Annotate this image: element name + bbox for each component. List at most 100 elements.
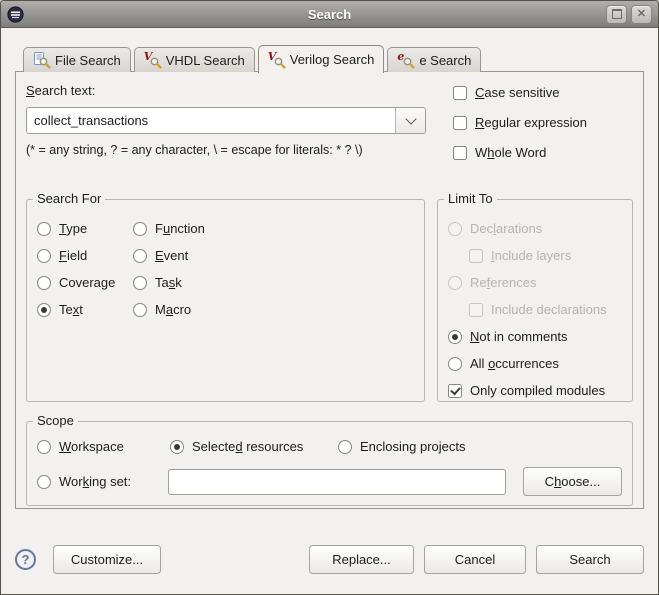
search-text-input[interactable] bbox=[27, 108, 395, 133]
item-label: Working set: bbox=[59, 474, 132, 489]
group-title: Scope bbox=[33, 413, 78, 428]
item-label: Regular expression bbox=[475, 115, 588, 130]
limit-to-group: Limit To Declarations Include layers Ref… bbox=[437, 191, 633, 402]
checkbox-case-sensitive[interactable]: Case sensitive bbox=[453, 84, 587, 101]
checkbox-include-layers: Include layers bbox=[469, 247, 622, 264]
item-label: Coverage bbox=[59, 275, 116, 290]
verilog-search-icon: V bbox=[268, 50, 286, 69]
search-text-combo bbox=[26, 107, 426, 134]
search-for-group: Search For Type Function Field Event Cov… bbox=[26, 191, 425, 402]
button-bar: ? Customize... Replace... Cancel Search bbox=[15, 545, 644, 574]
radio-icon bbox=[448, 221, 462, 236]
checkbox-icon bbox=[469, 302, 483, 317]
checkbox-include-declarations: Include declarations bbox=[469, 301, 622, 318]
item-label: Whole Word bbox=[475, 145, 547, 160]
checkbox-only-compiled-modules[interactable]: Only compiled modules bbox=[448, 382, 622, 399]
tab-label: File Search bbox=[55, 52, 121, 68]
item-label: Enclosing projects bbox=[360, 439, 466, 454]
group-title: Search For bbox=[33, 191, 106, 206]
search-options: Case sensitive Regular expression Whole … bbox=[453, 82, 587, 174]
customize-button[interactable]: Customize... bbox=[53, 545, 161, 574]
item-label: Function bbox=[155, 221, 205, 236]
radio-icon bbox=[448, 329, 462, 344]
vhdl-search-icon: V bbox=[144, 50, 162, 69]
checkbox-regular-expression[interactable]: Regular expression bbox=[453, 114, 587, 131]
radio-working-set[interactable]: Working set: bbox=[37, 473, 168, 490]
radio-icon bbox=[448, 356, 462, 371]
item-label: Field bbox=[59, 248, 88, 263]
radio-function[interactable]: Function bbox=[133, 220, 414, 237]
item-label: Only compiled modules bbox=[470, 383, 606, 398]
radio-declarations: Declarations bbox=[448, 220, 622, 237]
verilog-search-panel: Search text: (* = any string, ? = any ch… bbox=[15, 71, 644, 509]
cancel-button[interactable]: Cancel bbox=[424, 545, 526, 574]
search-button[interactable]: Search bbox=[536, 545, 644, 574]
radio-all-occurrences[interactable]: All occurrences bbox=[448, 355, 622, 372]
titlebar[interactable]: Search ✕ bbox=[1, 1, 658, 28]
radio-task[interactable]: Task bbox=[133, 274, 414, 291]
search-text-label: Search text: bbox=[26, 83, 96, 98]
chevron-down-icon bbox=[404, 112, 417, 125]
item-label: References bbox=[470, 275, 537, 290]
radio-event[interactable]: Event bbox=[133, 247, 414, 264]
radio-coverage[interactable]: Coverage bbox=[37, 274, 133, 291]
window-controls: ✕ bbox=[606, 4, 652, 24]
item-label: Include declarations bbox=[491, 302, 607, 317]
window-menu-icon[interactable] bbox=[7, 5, 24, 23]
radio-macro[interactable]: Macro bbox=[133, 301, 414, 318]
item-label: Declarations bbox=[470, 221, 543, 236]
tab-label: e Search bbox=[419, 52, 472, 68]
item-label: Not in comments bbox=[470, 329, 568, 344]
radio-icon bbox=[133, 275, 147, 290]
item-label: Text bbox=[59, 302, 83, 317]
item-label: Selected resources bbox=[192, 439, 304, 454]
radio-references: References bbox=[448, 274, 622, 291]
close-icon: ✕ bbox=[636, 7, 647, 20]
maximize-button[interactable] bbox=[606, 4, 627, 24]
radio-icon bbox=[37, 474, 51, 489]
radio-enclosing-projects[interactable]: Enclosing projects bbox=[338, 438, 466, 455]
tab-vhdl-search[interactable]: V VHDL Search bbox=[133, 47, 255, 72]
checkbox-icon bbox=[453, 85, 467, 100]
radio-icon bbox=[170, 439, 184, 454]
tab-e-search[interactable]: e e Search bbox=[387, 47, 482, 72]
tab-label: VHDL Search bbox=[165, 52, 245, 68]
radio-icon bbox=[133, 221, 147, 236]
item-label: Workspace bbox=[59, 439, 124, 454]
radio-icon bbox=[338, 439, 352, 454]
e-search-icon: e bbox=[397, 50, 415, 69]
tab-label: Verilog Search bbox=[289, 52, 375, 67]
help-button[interactable]: ? bbox=[15, 549, 36, 570]
tab-file-search[interactable]: File Search bbox=[23, 47, 131, 72]
item-label: Task bbox=[155, 275, 182, 290]
radio-icon bbox=[37, 275, 51, 290]
tab-verilog-search[interactable]: V Verilog Search bbox=[257, 45, 385, 73]
checkbox-icon bbox=[469, 248, 483, 263]
item-label: Event bbox=[155, 248, 189, 263]
item-label: Macro bbox=[155, 302, 192, 317]
radio-field[interactable]: Field bbox=[37, 247, 133, 264]
radio-icon bbox=[37, 248, 51, 263]
maximize-icon bbox=[611, 9, 622, 19]
search-text-dropdown-button[interactable] bbox=[395, 108, 425, 133]
item-label: All occurrences bbox=[470, 356, 559, 371]
radio-workspace[interactable]: Workspace bbox=[37, 438, 170, 455]
radio-type[interactable]: Type bbox=[37, 220, 133, 237]
choose-button[interactable]: Choose... bbox=[523, 467, 622, 496]
checkbox-icon bbox=[453, 145, 467, 160]
checkbox-whole-word[interactable]: Whole Word bbox=[453, 144, 587, 161]
checkbox-icon bbox=[448, 383, 462, 398]
scope-group: Scope Workspace Selected resources Enclo… bbox=[26, 413, 633, 506]
working-set-input[interactable] bbox=[168, 468, 506, 495]
help-icon: ? bbox=[21, 552, 30, 567]
radio-selected-resources[interactable]: Selected resources bbox=[170, 438, 338, 455]
file-search-icon bbox=[33, 52, 51, 69]
close-button[interactable]: ✕ bbox=[631, 4, 652, 24]
radio-icon bbox=[37, 302, 51, 317]
radio-text[interactable]: Text bbox=[37, 301, 133, 318]
wildcard-hint: (* = any string, ? = any character, \ = … bbox=[26, 143, 363, 157]
radio-not-in-comments[interactable]: Not in comments bbox=[448, 328, 622, 345]
radio-icon bbox=[37, 221, 51, 236]
replace-button[interactable]: Replace... bbox=[309, 545, 414, 574]
radio-icon bbox=[37, 439, 51, 454]
